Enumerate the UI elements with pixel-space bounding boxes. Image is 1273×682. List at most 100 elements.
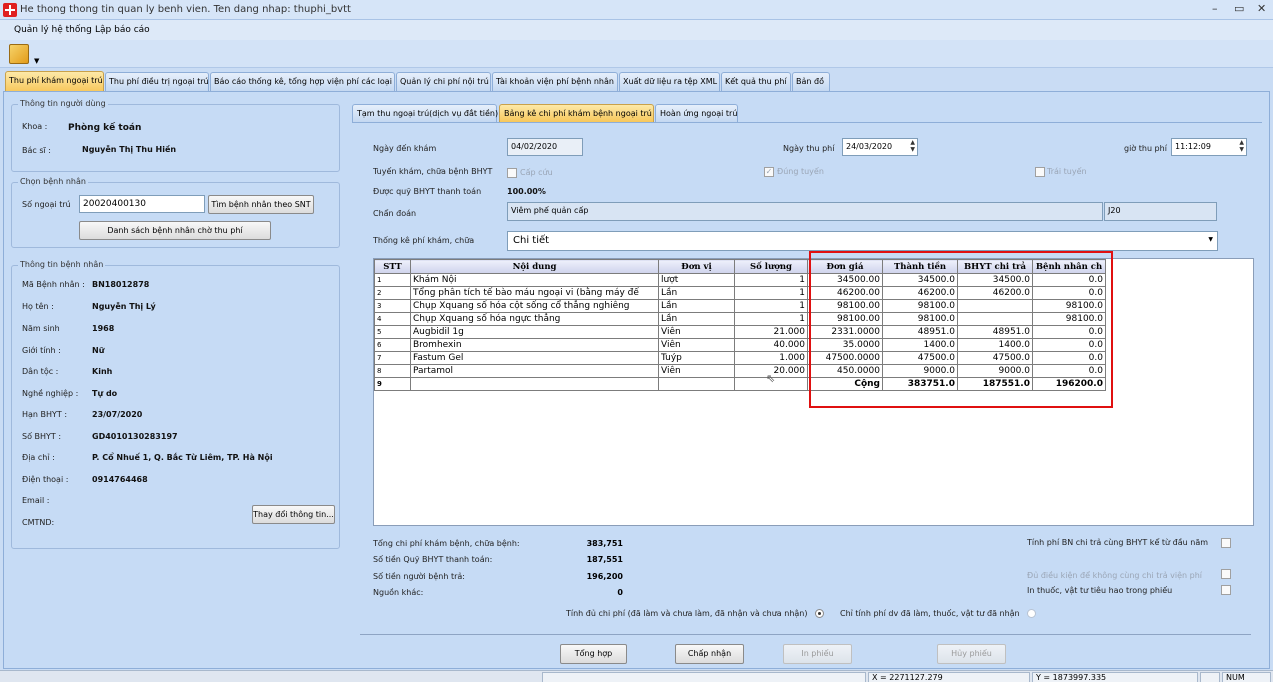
column-header-quantity[interactable]: Số lượng <box>734 259 808 274</box>
print-supplies-label: In thuốc, vật tư tiêu hao trong phiếu <box>1027 586 1173 595</box>
yearly-fee-checkbox[interactable] <box>1221 538 1231 548</box>
tab-reports[interactable]: Báo cáo thống kê, tổng hợp viện phí các … <box>210 72 395 91</box>
radio-done-only[interactable] <box>1027 609 1036 618</box>
exempt-label: Đủ điều kiện để không cùng chi trả viện … <box>1027 571 1202 580</box>
user-info-legend: Thông tin người dùng <box>18 99 108 108</box>
cell-content[interactable]: Fastum Gel <box>410 351 659 365</box>
statistics-select-value: Chi tiết <box>513 235 550 246</box>
radio-all-costs[interactable] <box>815 609 824 618</box>
cell-unit[interactable]: Lần <box>658 299 735 313</box>
icd-code-field[interactable]: J20 <box>1104 202 1217 221</box>
cell-stt[interactable]: 5 <box>374 325 411 339</box>
tab-fee-results[interactable]: Kết quả thu phí <box>721 72 791 91</box>
column-header-content[interactable]: Nội dung <box>410 259 659 274</box>
cell-unit[interactable]: Viên <box>658 364 735 378</box>
restore-button[interactable]: ▭ <box>1234 2 1244 15</box>
cell-content[interactable]: Chụp Xquang số hóa cột sống cổ thẳng ngh… <box>410 299 659 313</box>
find-patient-button[interactable]: Tìm bệnh nhân theo SNT <box>208 195 314 214</box>
emergency-checkbox[interactable] <box>507 168 517 178</box>
cell-stt[interactable]: 1 <box>374 273 411 287</box>
cell-stt[interactable]: 4 <box>374 312 411 326</box>
cancel-receipt-button[interactable]: Hủy phiếu <box>937 644 1006 664</box>
column-header-stt[interactable]: STT <box>374 259 411 274</box>
cell-quantity[interactable]: 40.000 <box>734 338 808 352</box>
cell-content[interactable]: Augbidil 1g <box>410 325 659 339</box>
cell-content[interactable]: Tổng phân tích tế bào máu ngoại vi (bằng… <box>410 286 659 300</box>
cell-quantity[interactable]: 21.000 <box>734 325 808 339</box>
cell-quantity[interactable]: 1 <box>734 299 808 313</box>
title-bar: He thong thong tin quan ly benh vien. Te… <box>0 0 1273 20</box>
subtab-refund[interactable]: Hoàn ứng ngoại trú <box>655 104 738 122</box>
cell-unit[interactable]: Lần <box>658 286 735 300</box>
emergency-label: Cấp cứu <box>520 168 553 177</box>
wrong-route-checkbox[interactable] <box>1035 167 1045 177</box>
correct-route-checkbox[interactable]: ✓ <box>764 167 774 177</box>
menu-system-management[interactable]: Quản lý hệ thống <box>14 25 92 35</box>
route-label: Tuyến khám, chữa bệnh BHYT <box>373 167 493 176</box>
cell-quantity[interactable]: 1.000 <box>734 351 808 365</box>
diagnosis-field[interactable]: Viêm phế quản cấp <box>507 202 1103 221</box>
outpatient-number-input[interactable]: 20020400130 <box>79 195 205 213</box>
address-label: Địa chỉ : <box>22 453 55 462</box>
cell-quantity[interactable]: 1 <box>734 273 808 287</box>
tab-export-xml[interactable]: Xuất dữ liệu ra tệp XML <box>619 72 720 91</box>
close-button[interactable]: ✕ <box>1257 2 1266 15</box>
statistics-select[interactable]: Chi tiết ▼ <box>507 231 1218 251</box>
tab-outpatient-fee[interactable]: Thu phí khám ngoại trú <box>5 71 104 92</box>
radio-done-label: Chỉ tính phí dv đã làm, thuốc, vật tư đã… <box>840 609 1020 618</box>
payment-date-input[interactable]: 24/03/2020 ▲ ▼ <box>842 138 918 156</box>
cell-quantity[interactable]: 1 <box>734 312 808 326</box>
toolbar-tools-icon[interactable] <box>9 44 29 64</box>
window-title: He thong thong tin quan ly benh vien. Te… <box>20 4 351 15</box>
doctor-label: Bác sĩ : <box>22 146 51 155</box>
payment-time-input[interactable]: 11:12:09 ▲ ▼ <box>1171 138 1247 156</box>
status-y-coordinate: Y = 1873997.335 <box>1032 672 1198 682</box>
cell-content[interactable]: Partamol <box>410 364 659 378</box>
menu-reports[interactable]: Lập báo cáo <box>95 25 150 35</box>
toolbar-dropdown-icon[interactable]: ▼ <box>34 57 39 65</box>
tab-patient-account[interactable]: Tài khoản viện phí bệnh nhân <box>492 72 618 91</box>
time-spinner-icon[interactable]: ▲ ▼ <box>1239 139 1244 153</box>
cell-unit[interactable]: Viên <box>658 325 735 339</box>
cell-unit[interactable]: lượt <box>658 273 735 287</box>
cell-content[interactable]: Khám Nội <box>410 273 659 287</box>
subtab-temporary-fee[interactable]: Tạm thu ngoại trú(dịch vụ đắt tiền) <box>352 104 498 122</box>
cell-stt[interactable]: 2 <box>374 286 411 300</box>
cell-stt[interactable]: 3 <box>374 299 411 313</box>
cell-content[interactable]: Chụp Xquang số hóa ngực thẳng <box>410 312 659 326</box>
cell-unit[interactable]: Tuýp <box>658 351 735 365</box>
tab-inpatient-costs[interactable]: Quản lý chi phí nội trú <box>396 72 491 91</box>
tab-outpatient-treatment[interactable]: Thu phí điều trị ngoại trú <box>105 72 209 91</box>
department-label: Khoa : <box>22 122 48 131</box>
patient-select-group: Chọn bệnh nhân Số ngoại trú 20020400130 … <box>11 177 340 248</box>
stt: 9 <box>374 377 411 391</box>
summary-button[interactable]: Tổng hợp <box>560 644 627 664</box>
cell-quantity[interactable]: 1 <box>734 286 808 300</box>
name-value: Nguyễn Thị Lý <box>92 302 156 311</box>
payment-date-value: 24/03/2020 <box>846 142 893 151</box>
change-info-button[interactable]: Thay đổi thông tin... <box>252 505 335 524</box>
print-supplies-checkbox[interactable] <box>1221 585 1231 595</box>
insurance-expiry-label: Hạn BHYT : <box>22 410 68 419</box>
tab-map[interactable]: Bản đồ <box>792 72 830 91</box>
accept-button[interactable]: Chấp nhận <box>675 644 744 664</box>
minimize-button[interactable]: – <box>1212 2 1218 15</box>
column-header-unit[interactable]: Đơn vị <box>658 259 735 274</box>
cell-unit[interactable]: Lần <box>658 312 735 326</box>
wrong-route-label: Trái tuyến <box>1047 167 1087 176</box>
chevron-down-icon[interactable]: ▼ <box>1208 236 1213 243</box>
waiting-patients-button[interactable]: Danh sách bệnh nhân chờ thu phí <box>79 221 271 240</box>
visit-date-input[interactable]: 04/02/2020 <box>507 138 583 156</box>
cell-content[interactable]: Bromhexin <box>410 338 659 352</box>
cell-unit[interactable]: Viên <box>658 338 735 352</box>
cell-stt[interactable]: 6 <box>374 338 411 352</box>
exempt-checkbox[interactable] <box>1221 569 1231 579</box>
subtab-cost-statement[interactable]: Bảng kê chi phí khám bệnh ngoại trú <box>499 104 654 122</box>
yearly-fee-label: Tính phí BN chi trả cùng BHYT kể từ đầu … <box>1027 538 1209 547</box>
birth-year-label: Năm sinh <box>22 324 60 333</box>
cell-stt[interactable]: 8 <box>374 364 411 378</box>
date-spinner-icon[interactable]: ▲ ▼ <box>910 139 915 153</box>
print-button[interactable]: In phiếu <box>783 644 852 664</box>
patient-info-legend: Thông tin bệnh nhân <box>18 260 106 269</box>
cell-stt[interactable]: 7 <box>374 351 411 365</box>
